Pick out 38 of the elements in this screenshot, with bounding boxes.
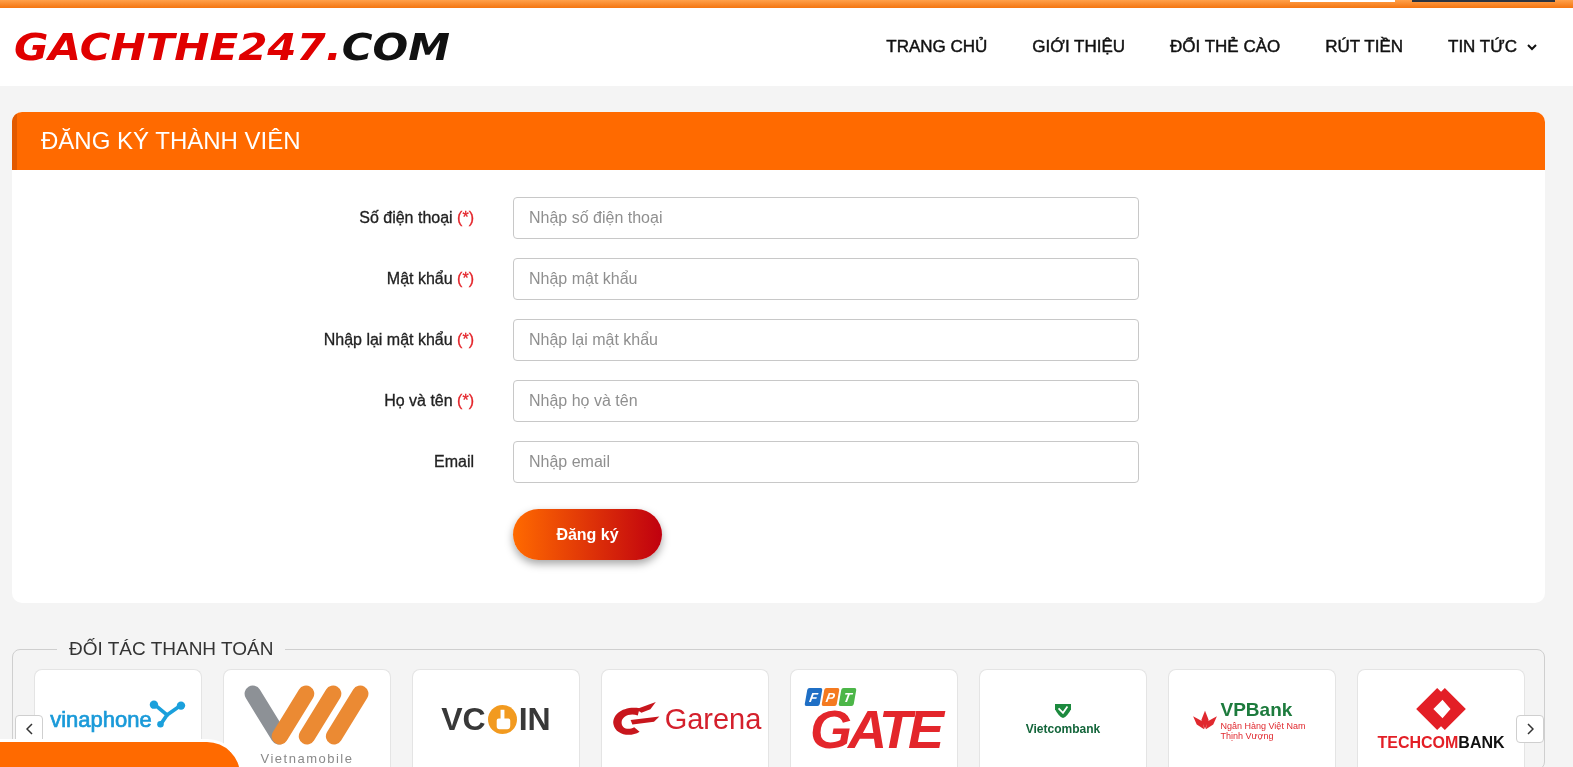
logo-text: Vietcombank bbox=[1025, 722, 1101, 736]
logo-text: VC bbox=[441, 701, 486, 738]
logo-tagline: Ngân Hàng Việt Nam Thịnh Vượng bbox=[1220, 720, 1307, 741]
logo-text: vinaphone bbox=[50, 706, 152, 733]
diamond-icon bbox=[1415, 687, 1467, 730]
section-title: ĐỐI TÁC THANH TOÁN bbox=[68, 638, 275, 660]
field-label: Email bbox=[434, 453, 474, 471]
logo-text: VPBank bbox=[1220, 698, 1293, 720]
logo-text: Vietnamobile bbox=[260, 751, 354, 766]
field-label: Số điện thoại (*) bbox=[359, 209, 474, 227]
logo-text: TECHCOMBANK bbox=[1377, 733, 1505, 752]
input-field[interactable]: Nhập lại mật khẩu bbox=[513, 319, 1139, 361]
input-field[interactable]: Nhập họ và tên bbox=[513, 380, 1139, 422]
card-title: ĐĂNG KÝ THÀNH VIÊN bbox=[41, 127, 301, 155]
field-label: Mật khẩu (*) bbox=[386, 270, 474, 288]
site-logo[interactable]: GACHTHE247.COM bbox=[14, 28, 451, 66]
coin-icon bbox=[487, 705, 517, 734]
letter-tile: F bbox=[804, 687, 823, 706]
register-button[interactable]: Đăng ký bbox=[513, 509, 662, 560]
nav-link[interactable]: ĐỔI THẺ CÀO bbox=[1170, 37, 1281, 57]
chevron-left-icon bbox=[25, 723, 33, 735]
nav-link[interactable]: TIN TỨC bbox=[1448, 37, 1537, 57]
field-label: Họ và tên (*) bbox=[384, 392, 474, 410]
letter-tile: T bbox=[838, 687, 857, 706]
letter-tile: P bbox=[821, 687, 840, 706]
nav-link[interactable]: RÚT TIỀN bbox=[1325, 37, 1403, 57]
field-label: Nhập lại mật khẩu (*) bbox=[323, 331, 474, 349]
nav-link[interactable]: TRANG CHỦ bbox=[886, 37, 988, 57]
logo-text: Garena bbox=[664, 703, 762, 736]
input-field[interactable]: Nhập số điện thoại bbox=[513, 197, 1139, 239]
chevron-right-icon bbox=[1526, 723, 1534, 735]
nav-link[interactable]: GIỚI THIỆU bbox=[1032, 37, 1126, 57]
input-field[interactable]: Nhập mật khẩu bbox=[513, 258, 1139, 300]
input-field[interactable]: Nhập email bbox=[513, 441, 1139, 483]
carousel-next-button[interactable] bbox=[1516, 715, 1544, 743]
shield-icon bbox=[1054, 703, 1072, 719]
logo-text: GATE bbox=[810, 705, 944, 752]
logo-text: IN bbox=[518, 701, 551, 738]
